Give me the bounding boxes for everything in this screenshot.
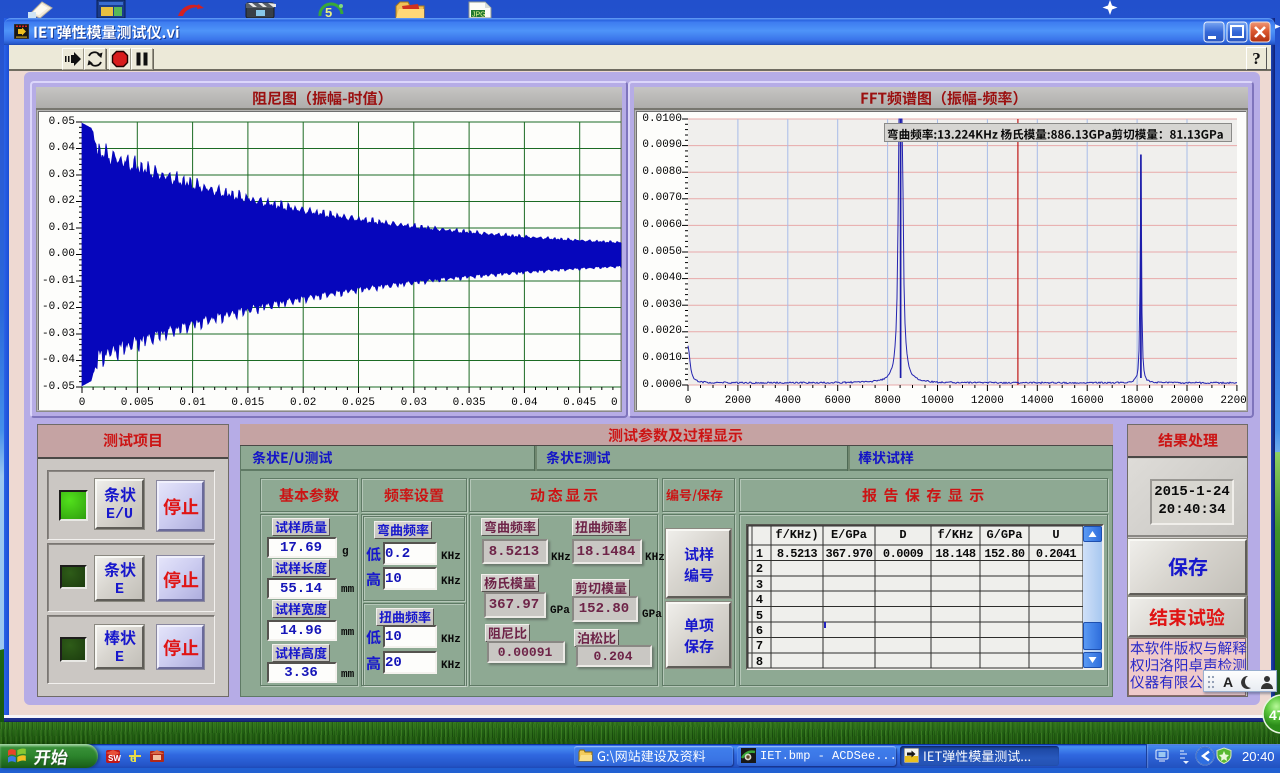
svg-text:A: A xyxy=(1223,674,1233,690)
svg-text:47: 47 xyxy=(1269,707,1280,723)
svg-text:SW: SW xyxy=(108,754,121,763)
svg-text:20:40: 20:40 xyxy=(1242,749,1275,764)
svg-text:e: e xyxy=(130,750,136,765)
